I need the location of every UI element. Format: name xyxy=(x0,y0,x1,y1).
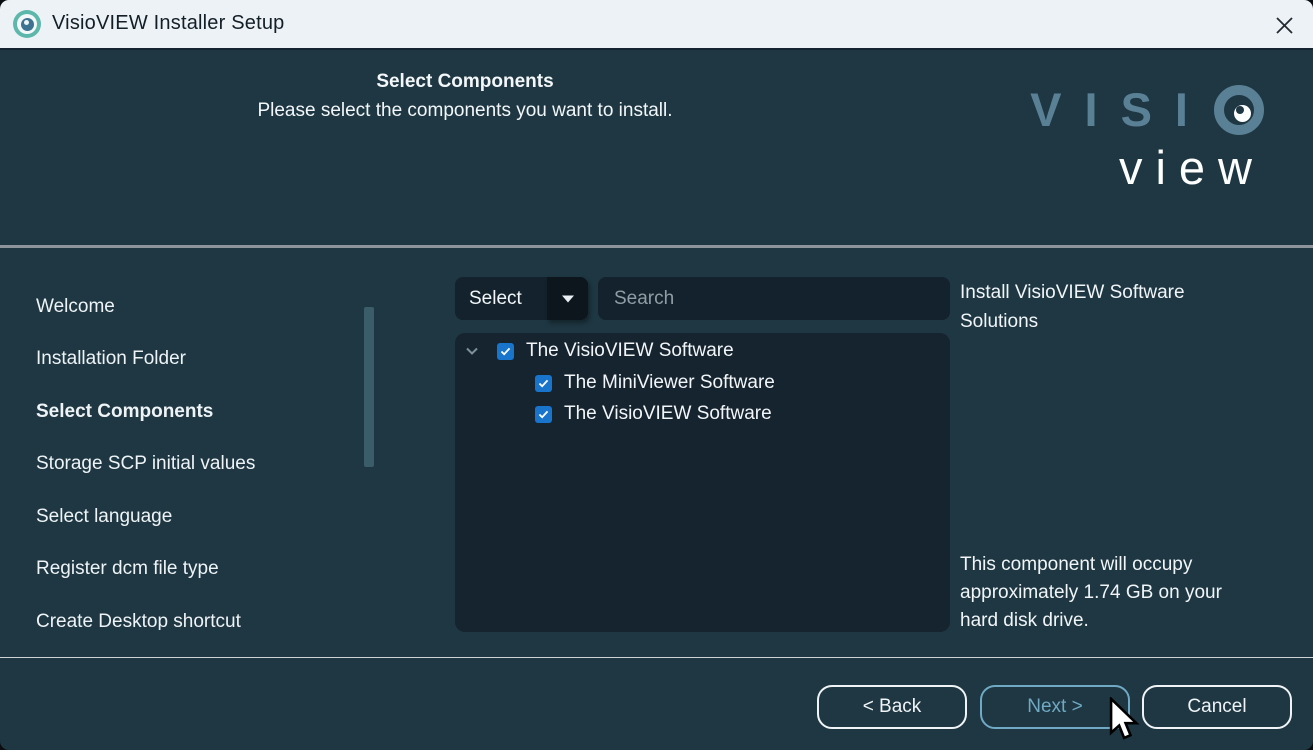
step-installation-folder[interactable]: Installation Folder xyxy=(36,348,366,374)
close-icon xyxy=(1275,16,1294,35)
disk-usage-line: approximately 1.74 GB on your xyxy=(960,579,1270,607)
cancel-button[interactable]: Cancel xyxy=(1142,685,1292,729)
logo-eye-o-icon xyxy=(1213,84,1265,136)
step-select-language[interactable]: Select language xyxy=(36,506,366,532)
visioview-logo: VISI view xyxy=(1030,84,1265,193)
checkbox-visioview[interactable] xyxy=(535,406,552,423)
checkbox-miniviewer[interactable] xyxy=(535,375,552,392)
checkmark-icon xyxy=(538,379,549,388)
window-title: VisioVIEW Installer Setup xyxy=(52,12,285,35)
installer-window: VisioVIEW Installer Setup Select Compone… xyxy=(0,0,1313,750)
collapse-chevron-icon[interactable] xyxy=(465,347,479,355)
checkmark-icon xyxy=(500,347,511,356)
footer-divider xyxy=(0,657,1313,658)
step-select-components[interactable]: Select Components xyxy=(36,401,366,427)
components-tree-panel: The VisioVIEW Software The MiniViewer So… xyxy=(455,333,950,632)
select-filter-value: Select xyxy=(455,288,547,310)
tree-label-visioview: The VisioVIEW Software xyxy=(564,403,772,425)
tree-label-root: The VisioVIEW Software xyxy=(526,340,734,362)
wizard-steps: Welcome Installation Folder Select Compo… xyxy=(0,248,420,630)
checkmark-icon xyxy=(538,410,549,419)
logo-text-view: view xyxy=(1030,143,1265,193)
page-subtitle: Please select the components you want to… xyxy=(165,95,765,127)
disk-usage-line: hard disk drive. xyxy=(960,607,1270,635)
disk-usage-line: This component will occupy xyxy=(960,551,1270,579)
step-create-shortcut[interactable]: Create Desktop shortcut xyxy=(36,611,366,630)
dropdown-arrow-button[interactable] xyxy=(547,277,588,320)
tree-label-miniviewer: The MiniViewer Software xyxy=(564,372,775,394)
next-button[interactable]: Next > xyxy=(980,685,1130,729)
tree-row-root[interactable]: The VisioVIEW Software xyxy=(465,338,734,364)
step-welcome[interactable]: Welcome xyxy=(36,296,366,322)
steps-scrollbar-thumb[interactable] xyxy=(364,307,374,467)
chevron-down-icon xyxy=(562,295,574,303)
component-description: Install VisioVIEW Software Solutions xyxy=(960,278,1260,336)
tree-row-visioview[interactable]: The VisioVIEW Software xyxy=(535,401,772,427)
checkbox-root[interactable] xyxy=(497,343,514,360)
search-box xyxy=(598,277,950,320)
select-filter-dropdown[interactable]: Select xyxy=(455,277,588,320)
page-header: Select Components Please select the comp… xyxy=(165,69,765,127)
description-line: Install VisioVIEW Software xyxy=(960,278,1260,307)
title-bar: VisioVIEW Installer Setup xyxy=(0,0,1313,50)
tree-row-miniviewer[interactable]: The MiniViewer Software xyxy=(535,370,775,396)
disk-usage-note: This component will occupy approximately… xyxy=(960,551,1270,635)
close-button[interactable] xyxy=(1264,8,1304,42)
page-title: Select Components xyxy=(165,69,765,95)
step-storage-scp[interactable]: Storage SCP initial values xyxy=(36,453,366,479)
app-logo-icon xyxy=(13,10,41,38)
search-input[interactable] xyxy=(598,277,950,320)
back-button[interactable]: < Back xyxy=(817,685,967,729)
step-register-dcm[interactable]: Register dcm file type xyxy=(36,558,366,584)
logo-text-visi: VISI xyxy=(1030,84,1211,136)
description-line: Solutions xyxy=(960,307,1260,336)
